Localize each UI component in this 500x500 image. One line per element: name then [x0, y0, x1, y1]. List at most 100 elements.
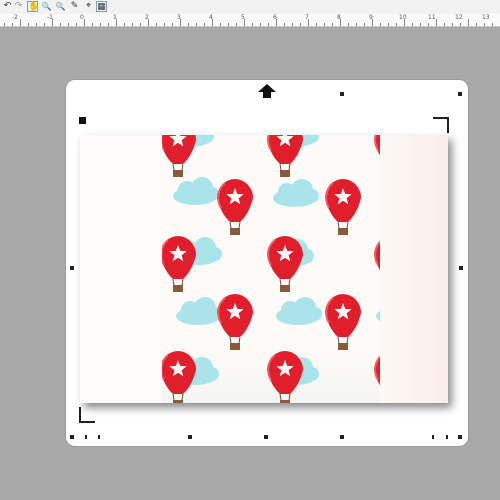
hot-air-balloon — [160, 351, 196, 403]
mat-mark — [98, 435, 100, 439]
mat-mark — [458, 92, 462, 96]
hot-air-balloon — [325, 294, 361, 350]
ruler-label: 12 — [455, 14, 463, 21]
ruler-tick — [276, 19, 277, 26]
ruler-tick — [484, 23, 485, 26]
ruler-tick — [260, 23, 261, 26]
ruler-tick — [284, 23, 285, 26]
ruler-tick — [348, 23, 349, 26]
ruler-tick — [404, 19, 405, 26]
ruler-tick — [124, 23, 125, 26]
ruler-tick — [108, 23, 109, 26]
ruler-tick — [492, 23, 493, 26]
ruler-tick — [300, 23, 301, 26]
ruler-tick — [412, 23, 413, 26]
mat-mark — [70, 435, 74, 439]
redo-icon[interactable]: ↷ — [13, 1, 24, 12]
paper-margin-right — [380, 135, 448, 403]
ruler-tick — [436, 19, 437, 26]
zoom-in-icon[interactable]: 🔍 — [41, 1, 52, 12]
ruler-tick — [44, 23, 45, 26]
mat-mark — [458, 435, 462, 439]
ruler-tick — [236, 23, 237, 26]
hot-air-balloon — [217, 294, 253, 350]
ruler-tick — [60, 23, 61, 26]
mat-mark — [340, 92, 344, 96]
ruler-tick — [116, 19, 117, 26]
ruler-tick — [324, 23, 325, 26]
hot-air-balloon — [267, 351, 303, 403]
hot-air-balloon — [374, 351, 410, 403]
ruler-tick — [292, 23, 293, 26]
ruler-tick — [252, 23, 253, 26]
hot-air-balloon — [374, 135, 410, 177]
ruler-tick — [156, 23, 157, 26]
select-point-icon[interactable]: ⌖ — [83, 1, 94, 12]
ruler-tick — [452, 23, 453, 26]
ruler-tick — [172, 23, 173, 26]
ruler-tick — [164, 23, 165, 26]
ruler-tick — [244, 19, 245, 26]
cloud-shape — [378, 135, 424, 147]
ruler-tick — [372, 19, 373, 26]
ruler-label: -2 — [12, 14, 18, 21]
corner-bracket-top-right — [433, 117, 449, 133]
star-shape — [383, 135, 401, 147]
registration-mark — [79, 117, 86, 124]
ruler-tick — [356, 23, 357, 26]
ruler-tick — [28, 23, 29, 26]
mat-mark — [459, 266, 463, 270]
cloud-shape — [380, 177, 426, 205]
pan-hand-icon[interactable]: ✋ — [27, 1, 39, 12]
ruler-tick — [444, 23, 445, 26]
cloud-shape — [173, 177, 219, 205]
toolbar: ↶ ↷ ✋ 🔍 🔍 ✎ ⌖ ▦ — [0, 0, 500, 15]
horizontal-ruler: -2 -1 0 1 2 3 4 5 6 7 8 9 10 11 12 13 — [0, 14, 500, 27]
ruler-tick — [340, 19, 341, 26]
mat-mark — [432, 435, 434, 439]
mat-mark — [264, 435, 268, 439]
mat-mark — [85, 435, 87, 439]
ruler-tick — [388, 23, 389, 26]
star-shape — [383, 360, 401, 377]
ruler-label: 11 — [428, 14, 436, 21]
ruler-tick — [4, 23, 5, 26]
cloud-shape — [376, 297, 422, 325]
hot-air-balloon — [217, 179, 253, 235]
ruler-tick — [308, 19, 309, 26]
undo-icon[interactable]: ↶ — [2, 1, 13, 12]
ruler-tick — [380, 23, 381, 26]
ruler-tick — [204, 23, 205, 26]
ruler-tick — [228, 23, 229, 26]
star-shape — [383, 245, 401, 262]
grid-icon[interactable]: ▦ — [96, 1, 107, 12]
ruler-tick — [468, 19, 469, 26]
ruler-tick — [92, 23, 93, 26]
hot-air-balloon — [374, 236, 410, 292]
ruler-tick — [100, 23, 101, 26]
ruler-tick — [76, 23, 77, 26]
ruler-tick — [140, 23, 141, 26]
ruler-tick — [220, 23, 221, 26]
ruler-tick — [52, 19, 53, 26]
balloon-image[interactable] — [80, 135, 448, 403]
ruler-tick — [212, 19, 213, 26]
ruler-tick — [460, 23, 461, 26]
cloud-shape — [273, 179, 319, 207]
pen-icon[interactable]: ✎ — [69, 1, 80, 12]
ruler-tick — [188, 23, 189, 26]
cloud-shape — [378, 237, 424, 265]
cloud-shape — [176, 297, 222, 325]
ruler-tick — [84, 19, 85, 26]
ruler-tick — [268, 23, 269, 26]
zoom-out-icon[interactable]: 🔍 — [55, 1, 66, 12]
mat-mark — [446, 435, 448, 439]
ruler-tick — [36, 23, 37, 26]
ruler-tick — [196, 23, 197, 26]
ruler-tick — [132, 23, 133, 26]
hot-air-balloon — [160, 236, 196, 292]
ruler-tick — [476, 23, 477, 26]
cloud-shape — [276, 297, 322, 325]
ruler-tick — [332, 23, 333, 26]
paper-margin-left — [80, 135, 162, 403]
